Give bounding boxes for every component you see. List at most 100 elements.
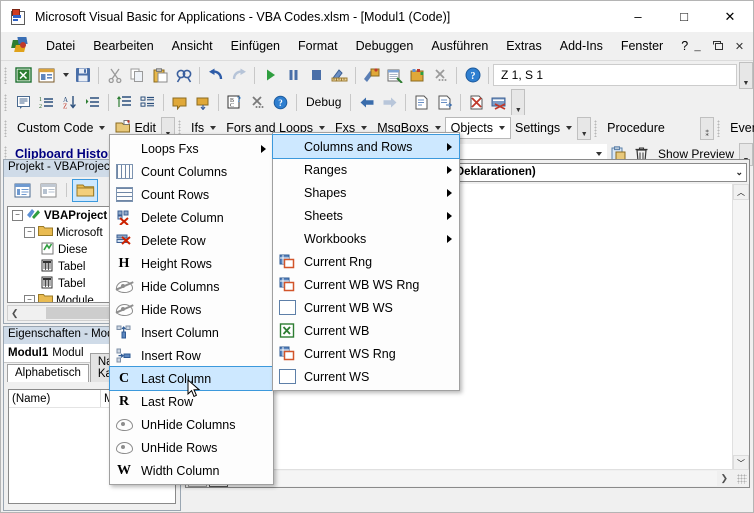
menu-item-current-ws[interactable]: Current WS xyxy=(273,365,459,388)
menu-item-ranges[interactable]: Ranges xyxy=(273,158,459,181)
menu-format[interactable]: Format xyxy=(289,36,347,56)
menu-item-loops-fxs[interactable]: Loops Fxs xyxy=(110,137,273,160)
paste-icon[interactable] xyxy=(149,64,172,86)
view-object-icon[interactable] xyxy=(36,180,60,201)
menu-debuggen[interactable]: Debuggen xyxy=(347,36,423,56)
insert-dropdown-icon[interactable] xyxy=(58,64,71,86)
menu-item-workbooks[interactable]: Workbooks xyxy=(273,227,459,250)
menu-bearbeiten[interactable]: Bearbeiten xyxy=(84,36,162,56)
complete-word-icon[interactable]: B C? xyxy=(223,91,246,113)
tree-expander[interactable]: − xyxy=(12,210,23,221)
view-code-icon[interactable] xyxy=(10,180,34,201)
tree-expander[interactable]: − xyxy=(24,227,35,238)
objects-toolbar-overflow-button[interactable]: ▼ xyxy=(577,116,592,140)
uncomment-block-icon[interactable] xyxy=(433,91,456,113)
undo-icon[interactable] xyxy=(204,64,227,86)
toggle-bookmark-icon[interactable] xyxy=(168,91,191,113)
procedure-overflow-button[interactable]: ⁑ xyxy=(700,116,715,140)
menu-item-insert-column[interactable]: Insert Column xyxy=(110,321,273,344)
copy-icon[interactable] xyxy=(126,64,149,86)
menu-einfuegen[interactable]: Einfügen xyxy=(222,36,289,56)
menu-item-current-wb-ws-rng[interactable]: Current WB WS Rng xyxy=(273,273,459,296)
toggle-folders-icon[interactable] xyxy=(72,178,98,202)
menu-item-current-wb-ws[interactable]: Current WB WS xyxy=(273,296,459,319)
project-explorer-icon[interactable] xyxy=(360,64,383,86)
toggle-breakpoint-icon[interactable] xyxy=(465,91,488,113)
toolbar-grip[interactable] xyxy=(4,66,8,84)
properties-window-icon[interactable] xyxy=(383,64,406,86)
mdi-close-icon[interactable]: ✕ xyxy=(732,39,747,54)
nav-back-icon[interactable] xyxy=(355,91,378,113)
menu-item-current-rng[interactable]: Current Rng xyxy=(273,250,459,273)
procedure-button[interactable]: Procedure xyxy=(602,118,700,138)
design-mode-icon[interactable] xyxy=(328,64,351,86)
events-button[interactable]: Events xyxy=(725,118,754,138)
toolbar-grip[interactable] xyxy=(717,119,722,137)
close-button[interactable]: ✕ xyxy=(707,1,753,32)
help-icon[interactable]: ? xyxy=(461,64,484,86)
menu-item-unhide-columns[interactable]: UnHide Columns xyxy=(110,413,273,436)
scroll-left-icon[interactable]: ❮ xyxy=(8,308,22,319)
parameter-info-icon[interactable] xyxy=(81,91,104,113)
code-horizontal-scrollbar[interactable]: ❮ xyxy=(228,471,718,486)
insert-userform-icon[interactable] xyxy=(35,64,58,86)
menu-item-delete-row[interactable]: Delete Row xyxy=(110,229,273,252)
toolbar-grip[interactable] xyxy=(4,93,8,111)
menu-item-insert-row[interactable]: Insert Row xyxy=(110,344,273,367)
menu-extras[interactable]: Extras xyxy=(497,36,550,56)
view-excel-icon[interactable] xyxy=(12,64,35,86)
resize-grip[interactable] xyxy=(737,473,747,484)
custom-code-button[interactable]: Custom Code xyxy=(12,118,110,138)
scroll-right-icon[interactable]: ❯ xyxy=(717,473,731,484)
menu-fenster[interactable]: Fenster xyxy=(612,36,672,56)
toolbar-overflow-button[interactable]: ▼ xyxy=(739,61,753,89)
edit-toolbar-overflow-button[interactable]: ▼ xyxy=(511,88,526,116)
nav-forward-icon[interactable] xyxy=(378,91,401,113)
next-bookmark-icon[interactable] xyxy=(191,91,214,113)
menu-item-current-ws-rng[interactable]: Current WS Rng xyxy=(273,342,459,365)
menu-item-unhide-rows[interactable]: UnHide Rows xyxy=(110,436,273,459)
run-icon[interactable] xyxy=(259,64,282,86)
list-constants-icon[interactable]: 12 xyxy=(35,91,58,113)
toolbar-grip[interactable] xyxy=(4,119,8,137)
menu-ansicht[interactable]: Ansicht xyxy=(163,36,222,56)
menu-item-height-rows[interactable]: H Height Rows xyxy=(110,252,273,275)
toolbox-icon[interactable] xyxy=(429,64,452,86)
menu-item-columns-and-rows[interactable]: Columns and Rows xyxy=(272,134,460,159)
maximize-button[interactable]: □ xyxy=(661,1,707,32)
find-icon[interactable] xyxy=(172,64,195,86)
menu-item-count-columns[interactable]: Count Columns xyxy=(110,160,273,183)
menu-item-shapes[interactable]: Shapes xyxy=(273,181,459,204)
mdi-minimize-icon[interactable]: _ xyxy=(690,39,705,54)
settings-button[interactable]: Settings xyxy=(510,118,577,138)
menu-datei[interactable]: Datei xyxy=(37,36,84,56)
scroll-track[interactable] xyxy=(733,200,749,455)
tab-alphabetisch[interactable]: Alphabetisch xyxy=(7,364,89,382)
list-properties-icon[interactable] xyxy=(12,91,35,113)
indent-icon[interactable] xyxy=(113,91,136,113)
menu-addins[interactable]: Add-Ins xyxy=(551,36,612,56)
object-browser-icon[interactable] xyxy=(406,64,429,86)
menu-item-sheets[interactable]: Sheets xyxy=(273,204,459,227)
menu-item-current-wb[interactable]: Current WB xyxy=(273,319,459,342)
menu-ausfuehren[interactable]: Ausführen xyxy=(422,36,497,56)
mdi-restore-icon[interactable] xyxy=(711,39,726,54)
toolbar-grip[interactable] xyxy=(594,119,599,137)
options-icon[interactable] xyxy=(246,91,269,113)
reset-icon[interactable] xyxy=(305,64,328,86)
tree-expander[interactable]: − xyxy=(24,295,35,302)
save-icon[interactable] xyxy=(71,64,94,86)
menu-item-count-rows[interactable]: Count Rows xyxy=(110,183,273,206)
help-small-icon[interactable]: ? xyxy=(269,91,292,113)
code-vertical-scrollbar[interactable]: ︿ ﹀ xyxy=(732,184,749,471)
minimize-button[interactable]: – xyxy=(615,1,661,32)
menu-item-hide-columns[interactable]: Hide Columns xyxy=(110,275,273,298)
cut-icon[interactable] xyxy=(103,64,126,86)
break-icon[interactable] xyxy=(282,64,305,86)
menu-item-width-column[interactable]: W Width Column xyxy=(110,459,273,482)
redo-icon[interactable] xyxy=(227,64,250,86)
clear-breakpoints-icon[interactable] xyxy=(488,91,511,113)
scroll-up-icon[interactable]: ︿ xyxy=(733,184,749,200)
outdent-icon[interactable] xyxy=(136,91,159,113)
quick-info-icon[interactable]: AZ xyxy=(58,91,81,113)
